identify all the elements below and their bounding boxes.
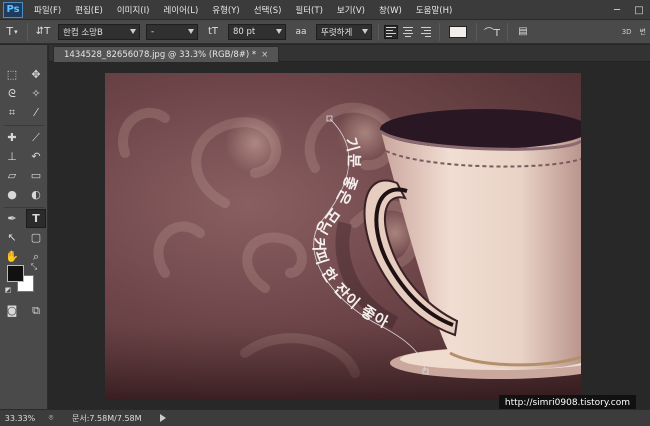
divider	[476, 22, 477, 41]
quick-mask-icon[interactable]: ◙	[2, 301, 22, 320]
menu-filter[interactable]: 필터(T)	[288, 4, 329, 16]
brush-icon[interactable]: ⟋	[26, 128, 46, 147]
canvas-area: 기분 좋은 모닝 커피 한 잔이 좋아	[49, 63, 650, 409]
eyedropper-icon[interactable]: ⁄	[26, 103, 46, 122]
shape-icon[interactable]: ▢	[26, 228, 46, 247]
dodge-icon[interactable]: ◐	[26, 185, 46, 204]
move-icon[interactable]: ✥	[26, 65, 46, 84]
document-canvas[interactable]: 기분 좋은 모닝 커피 한 잔이 좋아	[105, 73, 581, 400]
font-style-value: -	[151, 26, 155, 37]
screen-mode-icon[interactable]: ⧉	[26, 301, 46, 320]
font-style-select[interactable]: -	[146, 23, 198, 40]
stamp-icon[interactable]: ⊥	[2, 147, 22, 166]
crop-icon[interactable]: ⌗	[2, 103, 22, 122]
menu-layer[interactable]: 레이어(L)	[156, 4, 205, 16]
document-profile-icon[interactable]: ⌾	[44, 412, 58, 424]
menu-help[interactable]: 도움말(H)	[409, 4, 459, 16]
foreground-color-swatch[interactable]	[7, 265, 24, 282]
anti-alias-select[interactable]: 뚜렷하게	[316, 23, 372, 40]
menu-type[interactable]: 유형(Y)	[205, 4, 246, 16]
menu-window[interactable]: 창(W)	[372, 4, 409, 16]
3d-label[interactable]: 3D	[622, 28, 632, 36]
font-family-value: 한컴 소망B	[63, 27, 103, 38]
character-panel-icon[interactable]: ▤	[514, 23, 532, 41]
menu-image[interactable]: 이미지(I)	[110, 4, 157, 16]
align-left-icon[interactable]	[384, 24, 398, 39]
options-bar: T ▾ ⇵T 한컴 소망B - tT 80 pt aa 뚜렷하게 ⌒T ▤ 3D …	[0, 20, 650, 44]
maximize-icon[interactable]: □	[628, 0, 650, 20]
hand-icon[interactable]: ✋	[2, 247, 22, 266]
close-icon[interactable]: ×	[261, 50, 268, 60]
chevron-down-icon	[362, 28, 368, 34]
swap-colors-icon[interactable]: ⤡	[28, 261, 40, 273]
text-color-swatch[interactable]	[449, 25, 467, 38]
path-select-icon[interactable]: ↖	[2, 228, 22, 247]
warp-text-icon[interactable]: ⌒T	[483, 23, 501, 41]
zoom-level[interactable]: 33.33%	[0, 414, 40, 423]
window-controls: ─ □	[606, 0, 650, 20]
anti-alias-value: 뚜렷하게	[321, 27, 353, 38]
font-size-value: 80 pt	[233, 26, 256, 37]
align-right-icon[interactable]	[420, 25, 434, 39]
divider	[507, 22, 508, 41]
photoshop-logo-icon: Ps	[3, 1, 23, 18]
coffee-cup-image: 기분 좋은 모닝 커피 한 잔이 좋아	[105, 102, 581, 400]
pen-icon[interactable]: ✒	[2, 209, 22, 228]
minimize-icon[interactable]: ─	[606, 0, 628, 20]
type-tool-preset-icon[interactable]: T ▾	[3, 23, 21, 41]
healing-icon[interactable]: ✚	[2, 128, 22, 147]
document-info: 문서:7.58M/7.58M	[72, 413, 142, 423]
document-tab-bar: 1434528_82656078.jpg @ 33.3% (RGB/8#) * …	[49, 45, 650, 62]
font-size-icon: tT	[207, 26, 219, 37]
divider	[4, 125, 44, 126]
font-size-select[interactable]: 80 pt	[228, 23, 286, 40]
anti-alias-icon: aa	[295, 26, 307, 37]
document-tab[interactable]: 1434528_82656078.jpg @ 33.3% (RGB/8#) * …	[53, 46, 280, 62]
divider	[27, 22, 28, 41]
chevron-down-icon	[188, 28, 194, 34]
chevron-down-icon	[276, 28, 282, 34]
workspace-label[interactable]: 변	[640, 27, 646, 37]
divider	[4, 207, 44, 208]
history-brush-icon[interactable]: ↶	[26, 147, 46, 166]
menu-bar: Ps 파일(F) 편집(E) 이미지(I) 레이어(L) 유형(Y) 선택(S)…	[0, 0, 650, 20]
menu-select[interactable]: 선택(S)	[247, 4, 289, 16]
type-icon[interactable]: T	[26, 209, 46, 228]
tools-panel: ✥ ⬚ ᘓ ✧ ⌗ ⁄ ✚ ⟋ ⊥ ↶ ▱ ▭ ● ◐ ✒ T ↖ ▢ ✋ ⌕ …	[0, 45, 48, 415]
divider	[439, 22, 440, 41]
gradient-icon[interactable]: ▭	[26, 166, 46, 185]
align-center-icon[interactable]	[402, 25, 416, 39]
chevron-down-icon	[130, 28, 136, 34]
menu-file[interactable]: 파일(F)	[27, 4, 68, 16]
status-menu-arrow-icon[interactable]	[159, 414, 166, 422]
blur-icon[interactable]: ●	[2, 185, 22, 204]
divider	[378, 22, 379, 41]
quick-select-icon[interactable]: ✧	[26, 84, 46, 103]
font-family-select[interactable]: 한컴 소망B	[58, 23, 140, 40]
lasso-icon[interactable]: ᘓ	[2, 84, 22, 103]
document-tab-label: 1434528_82656078.jpg @ 33.3% (RGB/8#) *	[64, 49, 257, 60]
text-orientation-icon[interactable]: ⇵T	[34, 23, 52, 41]
menu-view[interactable]: 보기(V)	[330, 4, 372, 16]
status-bar: 33.33% ⌾ 문서:7.58M/7.58M	[0, 409, 650, 426]
menu-edit[interactable]: 편집(E)	[68, 4, 110, 16]
marquee-icon[interactable]: ⬚	[2, 65, 22, 84]
eraser-icon[interactable]: ▱	[2, 166, 22, 185]
default-colors-icon[interactable]: ◩	[3, 285, 13, 295]
watermark-label: http://simri0908.tistory.com	[498, 395, 636, 410]
